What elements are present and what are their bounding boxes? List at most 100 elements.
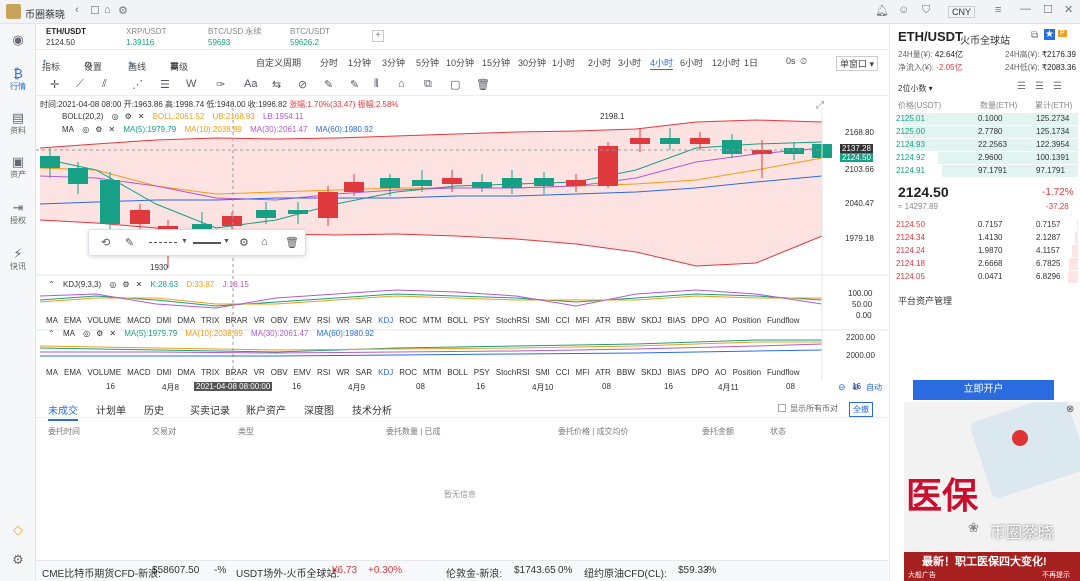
indicator-vr[interactable]: VR [254, 368, 265, 377]
indicator-brar[interactable]: BRAR [225, 368, 247, 377]
lock-icon[interactable]: ⌂ [398, 78, 405, 90]
cancel-all-button[interactable]: 全撤 [849, 402, 873, 417]
show-all-checkbox[interactable] [778, 404, 786, 412]
trash-icon[interactable]: 🗑︎ [285, 236, 299, 249]
indicator-volume[interactable]: VOLUME [87, 316, 121, 325]
indicator-rsi[interactable]: RSI [317, 368, 330, 377]
orderbook-sell-icon[interactable]: ☰ [1053, 81, 1062, 92]
indicator-rsi[interactable]: RSI [317, 316, 330, 325]
indicator-macd[interactable]: MACD [127, 368, 151, 377]
auto-scale-button[interactable]: 自动 [866, 382, 882, 393]
indicator-ma[interactable]: MA [46, 316, 58, 325]
shirt-icon[interactable]: ⛉ [922, 4, 930, 17]
order-tab-6[interactable]: 技术分析 [352, 402, 392, 417]
orderbook-both-icon[interactable]: ☰ [1017, 81, 1026, 92]
pattern-icon[interactable]: W [186, 78, 196, 90]
gear-icon[interactable]: ⚙ [125, 112, 132, 121]
orderbook-row[interactable]: 2124.93 22.2563 122.3954 [896, 139, 1078, 152]
currency-select[interactable]: CNY [948, 6, 976, 18]
period-10[interactable]: 4小时 [650, 56, 674, 70]
indicator-ema[interactable]: EMA [64, 316, 81, 325]
tab-xrp-usdt[interactable]: XRP/USDT 1.39116 [126, 26, 206, 48]
back-icon[interactable]: ‹ [75, 4, 79, 16]
indicator-dma[interactable]: DMA [177, 316, 195, 325]
candle-body[interactable] [344, 182, 364, 192]
orderbook-row[interactable]: 2124.18 2.6668 6.7825 [896, 258, 1078, 271]
menu-icon[interactable]: ≡ [995, 4, 1001, 16]
home-icon[interactable]: ⌂ [104, 4, 111, 16]
indicator-smi[interactable]: SMI [536, 368, 550, 377]
candle-body[interactable] [752, 150, 772, 154]
candle-body[interactable] [472, 182, 492, 188]
candle-body[interactable] [380, 178, 400, 188]
candle-body[interactable] [100, 180, 120, 224]
orderbook-row[interactable]: 2124.50 0.7157 0.7157 [896, 219, 1078, 232]
indicator-fundflow[interactable]: Fundflow [767, 316, 799, 325]
indicator-brar[interactable]: BRAR [225, 316, 247, 325]
indicator-mtm[interactable]: MTM [423, 316, 441, 325]
indicator-dpo[interactable]: DPO [692, 316, 709, 325]
sidebar-item-assets[interactable]: ▣ 资产 [0, 154, 36, 180]
measure-icon[interactable]: ⇆ [272, 78, 281, 91]
user-icon[interactable]: ☺ [898, 4, 909, 16]
indicator-obv[interactable]: OBV [271, 368, 288, 377]
collapse-icon[interactable]: ⌃ [48, 329, 55, 338]
gear-icon[interactable]: ⚙ [96, 329, 103, 338]
eye-icon[interactable]: ◎ [83, 329, 90, 338]
sidebar-item-docs[interactable]: ▤ 资料 [0, 110, 36, 136]
copy-icon[interactable]: ⧉ [1031, 30, 1038, 41]
chevron-down-icon[interactable]: ▼ [223, 238, 230, 245]
indicator-stochrsi[interactable]: StochRSI [496, 316, 530, 325]
bell-icon[interactable]: 🔔︎ [875, 4, 889, 17]
ad-dismiss-button[interactable]: 不再提示 [1042, 570, 1070, 580]
indicator-bbw[interactable]: BBW [617, 316, 635, 325]
compare-icon[interactable]: ⫴ [374, 78, 379, 91]
sidebar-vip[interactable]: ◇ [0, 522, 36, 537]
indicator-volume[interactable]: VOLUME [87, 368, 121, 377]
indicator-roc[interactable]: ROC [399, 368, 417, 377]
indicator-trix[interactable]: TRIX [201, 316, 219, 325]
pen-icon[interactable]: ✎ [125, 236, 134, 249]
crosshair-icon[interactable]: ✛ [50, 78, 59, 91]
indicator-fundflow[interactable]: Fundflow [767, 368, 799, 377]
candle-body[interactable] [784, 148, 804, 154]
open-account-button[interactable]: 立即开户 [913, 380, 1054, 400]
indicator-wr[interactable]: WR [336, 316, 349, 325]
indicator-sar[interactable]: SAR [356, 316, 372, 325]
indicator-wr[interactable]: WR [336, 368, 349, 377]
indicator-kdj[interactable]: KDJ [378, 368, 393, 377]
zoom-in-icon[interactable]: ⊕ [852, 382, 860, 393]
tab-eth-usdt[interactable]: ETH/USDT 2124.50 [46, 26, 126, 48]
ray-line-icon[interactable]: ⫽ [102, 78, 107, 91]
period-0[interactable]: 分时 [320, 56, 338, 69]
candle-body[interactable] [68, 168, 88, 184]
candle-body[interactable] [412, 180, 432, 186]
period-3[interactable]: 5分钟 [416, 56, 439, 69]
order-tab-2[interactable]: 历史 [144, 402, 164, 417]
indicator-mfi[interactable]: MFI [576, 316, 590, 325]
indicator-atr[interactable]: ATR [595, 316, 610, 325]
close-icon[interactable]: ✕ [109, 329, 116, 338]
lock-icon[interactable]: ⌂ [261, 236, 268, 248]
close-icon[interactable]: ✕ [108, 125, 115, 134]
indicator-position[interactable]: Position [733, 316, 761, 325]
maximize-icon[interactable]: ☐ [1043, 3, 1053, 16]
copy-icon[interactable]: ⧉ [424, 78, 432, 91]
period-7[interactable]: 1小时 [552, 56, 575, 69]
orderbook-row[interactable]: 2124.34 1.4130 2.1287 [896, 232, 1078, 245]
indicator-bias[interactable]: BIAS [667, 316, 685, 325]
expand-icon[interactable]: ⤢ [816, 100, 824, 111]
indicator-macd[interactable]: MACD [127, 316, 151, 325]
indicator-boll[interactable]: BOLL [447, 368, 467, 377]
orderbook-row[interactable]: 2125.00 2.7780 125.1734 [896, 126, 1078, 139]
indicator-boll[interactable]: BOLL [447, 316, 467, 325]
indicator-psy[interactable]: PSY [474, 316, 490, 325]
indicator-ao[interactable]: AO [715, 368, 727, 377]
candle-body[interactable] [256, 210, 276, 218]
candle-body[interactable] [660, 138, 680, 144]
order-tab-3[interactable]: 买卖记录 [190, 402, 230, 417]
period-2[interactable]: 3分钟 [382, 56, 405, 69]
indicator-bias[interactable]: BIAS [667, 368, 685, 377]
sidebar-item-market[interactable]: ₿ 行情 [0, 66, 36, 92]
tab-btc-usd-perp[interactable]: BTC/USD 永续 59693 [208, 26, 288, 48]
